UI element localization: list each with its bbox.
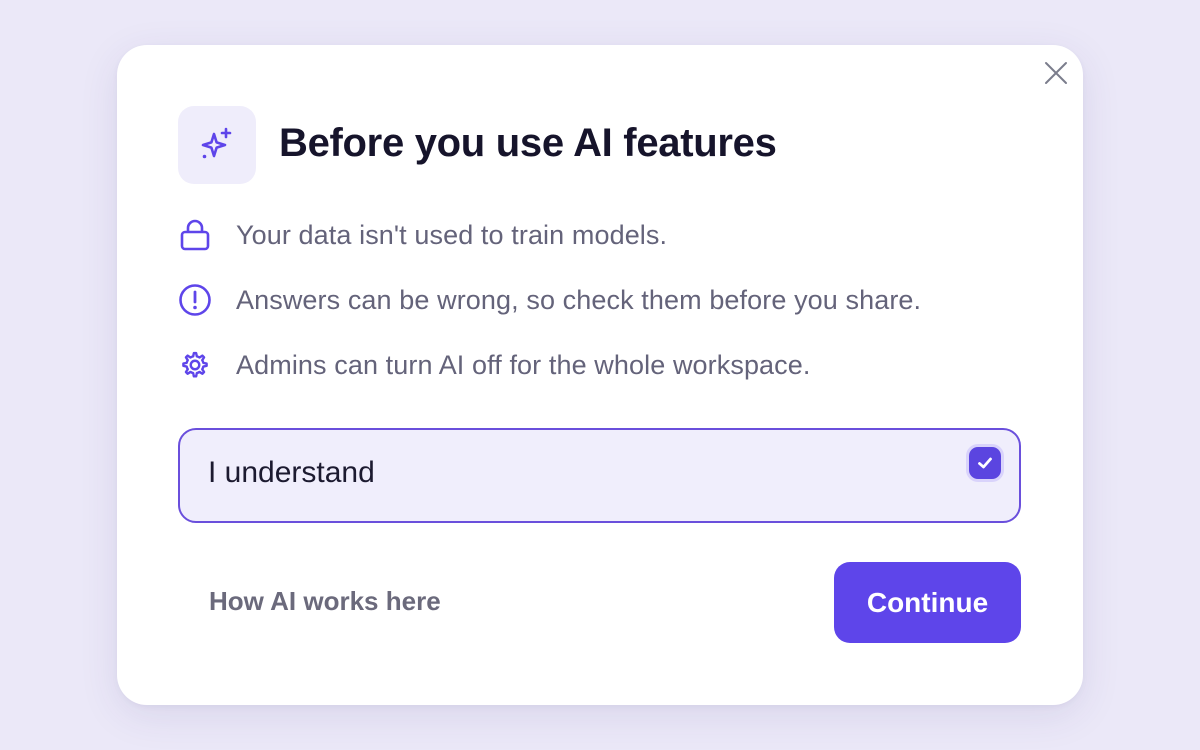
how-ai-works-link[interactable]: How AI works here bbox=[209, 586, 441, 617]
gear-icon bbox=[178, 348, 212, 382]
acknowledge-label: I understand bbox=[208, 456, 375, 489]
alert-circle-icon bbox=[178, 283, 212, 317]
info-item-text: Answers can be wrong, so check them befo… bbox=[236, 284, 922, 315]
lock-icon bbox=[178, 218, 212, 252]
acknowledge-checkbox[interactable] bbox=[969, 447, 1001, 479]
info-item-text: Your data isn't used to train models. bbox=[236, 219, 668, 250]
info-item-privacy: Your data isn't used to train models. bbox=[178, 215, 667, 255]
checkmark-icon bbox=[978, 457, 992, 469]
sparkles-icon bbox=[201, 127, 232, 159]
info-item-admin: Admins can turn AI off for the whole wor… bbox=[178, 345, 810, 385]
header-icon-container bbox=[178, 106, 256, 184]
ai-features-dialog: Before you use AI features Your data isn… bbox=[117, 45, 1083, 705]
acknowledge-checkbox-card[interactable]: I understand bbox=[178, 428, 1021, 523]
close-button[interactable] bbox=[1040, 57, 1072, 89]
info-item-text: Admins can turn AI off for the whole wor… bbox=[236, 349, 811, 380]
continue-button[interactable]: Continue bbox=[834, 562, 1021, 643]
close-icon bbox=[1045, 62, 1067, 84]
dialog-title: Before you use AI features bbox=[279, 121, 777, 165]
info-item-accuracy: Answers can be wrong, so check them befo… bbox=[178, 280, 921, 320]
